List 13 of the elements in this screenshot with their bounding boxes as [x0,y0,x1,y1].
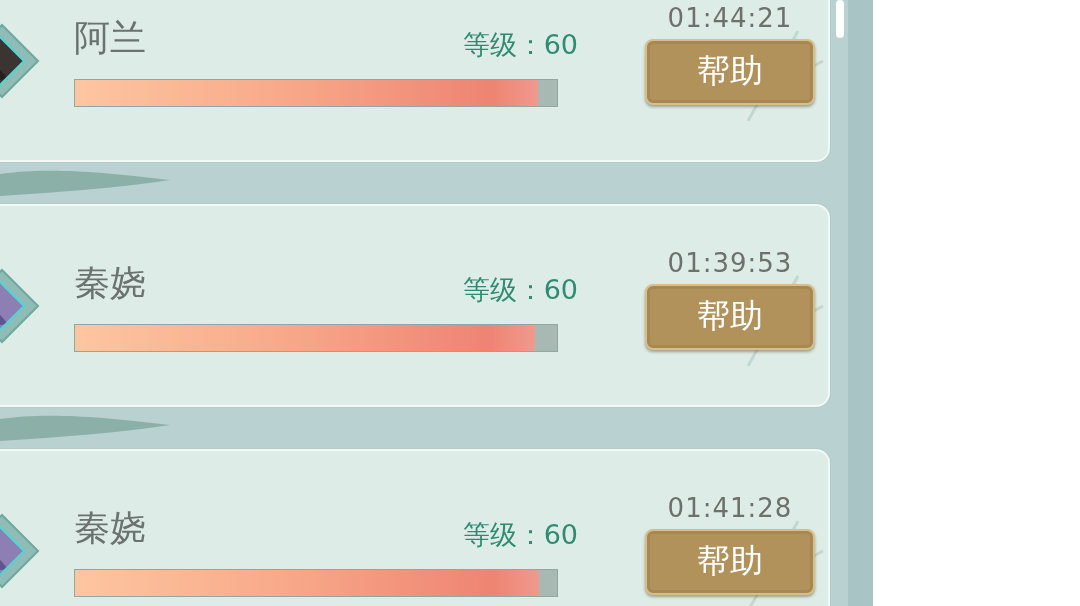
scrollbar-thumb[interactable] [836,0,844,38]
level-label: 等级：60 [462,273,579,307]
player-name: 秦娆 [74,261,147,305]
player-name: 秦娆 [74,506,147,550]
help-button[interactable]: 帮助 [645,528,815,595]
help-button[interactable]: 帮助 [645,38,815,105]
timer-text: 01:44:21 [667,2,793,33]
timer-text: 01:39:53 [667,247,793,278]
timer-text: 01:41:28 [667,492,793,523]
player-name: 阿兰 [74,16,147,60]
level-label: 等级：60 [462,28,579,62]
help-button[interactable]: 帮助 [645,283,815,350]
level-label: 等级：60 [462,518,579,552]
